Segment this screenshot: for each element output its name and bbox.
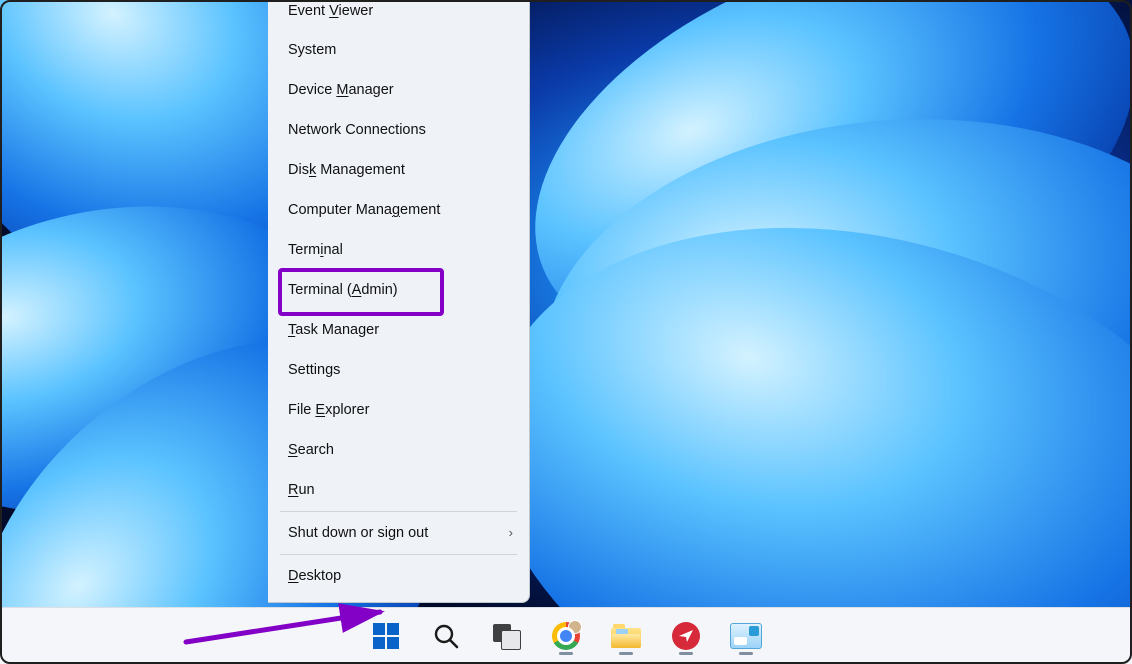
search-icon [433, 623, 459, 649]
menu-item-event-viewer[interactable]: Event Viewer [268, 0, 529, 30]
desktop-wallpaper [0, 0, 1132, 664]
menu-item-search[interactable]: Search [268, 430, 529, 470]
task-view-icon [493, 624, 519, 648]
menu-item-terminal[interactable]: Terminal [268, 230, 529, 270]
taskbar-start-button[interactable] [365, 615, 407, 657]
windows-icon [373, 623, 399, 649]
taskbar-app-red-button[interactable] [665, 615, 707, 657]
chrome-icon [552, 622, 580, 650]
paper-plane-icon [672, 622, 700, 650]
menu-item-computer-management[interactable]: Computer Management [268, 190, 529, 230]
winx-context-menu: Event ViewerSystemDevice ManagerNetwork … [268, 0, 530, 603]
menu-item-desktop[interactable]: Desktop [268, 556, 529, 596]
taskbar-file-explorer-button[interactable] [605, 615, 647, 657]
taskbar-control-panel-button[interactable] [725, 615, 767, 657]
menu-item-network-connections[interactable]: Network Connections [268, 110, 529, 150]
menu-item-terminal-admin[interactable]: Terminal (Admin) [268, 270, 529, 310]
control-panel-icon [730, 623, 762, 649]
chevron-right-icon: › [509, 513, 513, 553]
taskbar-chrome-button[interactable] [545, 615, 587, 657]
menu-item-file-explorer[interactable]: File Explorer [268, 390, 529, 430]
menu-item-shut-down-or-sign-out[interactable]: Shut down or sign out› [268, 513, 529, 553]
menu-item-settings[interactable]: Settings [268, 350, 529, 390]
menu-item-disk-management[interactable]: Disk Management [268, 150, 529, 190]
menu-item-run[interactable]: Run [268, 470, 529, 510]
taskbar-search-button[interactable] [425, 615, 467, 657]
taskbar [0, 607, 1132, 664]
menu-item-system[interactable]: System [268, 30, 529, 70]
taskbar-taskview-button[interactable] [485, 615, 527, 657]
menu-item-device-manager[interactable]: Device Manager [268, 70, 529, 110]
menu-item-task-manager[interactable]: Task Manager [268, 310, 529, 350]
folder-icon [611, 624, 641, 648]
